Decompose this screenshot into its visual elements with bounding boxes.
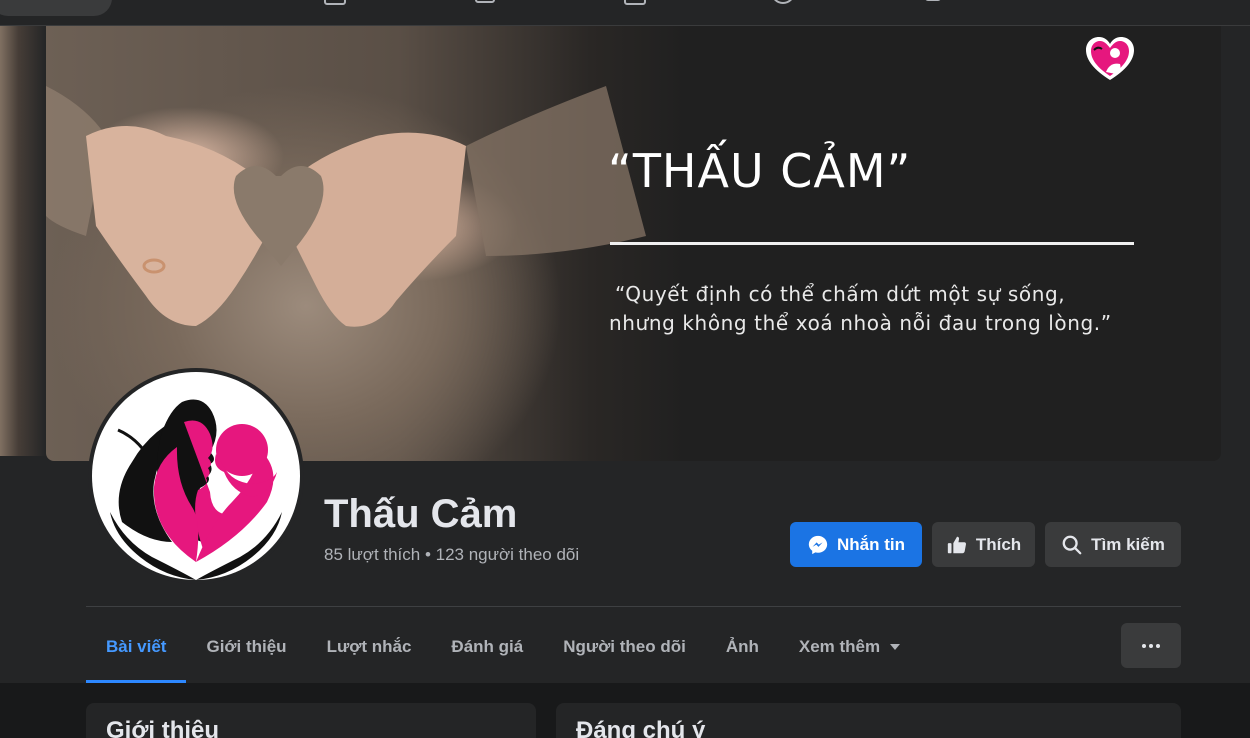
chevron-down-icon	[890, 643, 901, 650]
cover-quote-title: “THẤU CẢM”	[608, 144, 912, 198]
cover-blur-edge	[0, 26, 46, 456]
page-tabs: Bài viết Giới thiệu Lượt nhắc Đánh giá N…	[86, 610, 920, 683]
brand-logo-small	[1086, 37, 1134, 80]
messenger-icon	[808, 535, 828, 554]
tab-label: Lượt nhắc	[326, 636, 412, 656]
tab-reviews[interactable]: Đánh giá	[431, 610, 543, 683]
page-stats[interactable]: 85 lượt thích • 123 người theo dõi	[324, 545, 579, 565]
search-button-label: Tìm kiếm	[1091, 534, 1165, 554]
page-search-button[interactable]: Tìm kiếm	[1045, 522, 1181, 567]
like-button-label: Thích	[975, 534, 1022, 554]
search-icon	[1062, 535, 1082, 554]
featured-card-title: Đáng chú ý	[576, 717, 706, 738]
tab-label: Giới thiệu	[206, 636, 287, 656]
like-button[interactable]: Thích	[932, 522, 1035, 567]
tab-see-more[interactable]: Xem thêm	[779, 610, 920, 683]
tab-posts[interactable]: Bài viết	[86, 610, 187, 683]
message-button-label: Nhắn tin	[837, 534, 905, 554]
tab-label: Xem thêm	[798, 636, 881, 656]
cover-divider-line	[610, 242, 1134, 245]
cover-quote-text: “Quyết định có thể chấm dứt một sự sống,…	[609, 280, 1169, 338]
gaming-icon[interactable]	[920, 0, 946, 6]
cover-quote-line-2: nhưng không thể xoá nhoà nỗi đau trong l…	[609, 311, 1112, 335]
intro-card: Giới thiệu	[86, 703, 536, 738]
tab-label: Ảnh	[725, 636, 759, 656]
featured-card: Đáng chú ý	[556, 703, 1181, 738]
tab-followers[interactable]: Người theo dõi	[543, 610, 706, 683]
marketplace-icon[interactable]	[622, 0, 648, 6]
facebook-search-box[interactable]	[0, 0, 112, 16]
cover-quote-line-1: “Quyết định có thể chấm dứt một sự sống,	[615, 282, 1066, 306]
tab-mentions[interactable]: Lượt nhắc	[307, 610, 432, 683]
tab-photos[interactable]: Ảnh	[706, 610, 779, 683]
home-icon[interactable]	[322, 0, 348, 6]
tab-label: Bài viết	[106, 636, 167, 656]
thumbs-up-icon	[947, 536, 966, 553]
video-icon[interactable]	[472, 0, 498, 6]
groups-icon[interactable]	[770, 0, 796, 6]
tab-label: Đánh giá	[451, 636, 524, 656]
more-options-button[interactable]	[1121, 623, 1181, 668]
header-divider	[86, 606, 1181, 607]
intro-card-title: Giới thiệu	[106, 717, 220, 738]
tab-about[interactable]: Giới thiệu	[186, 610, 306, 683]
tab-label: Người theo dõi	[563, 636, 686, 656]
top-navigation-bar	[0, 0, 1250, 26]
avatar-logo	[92, 372, 300, 580]
more-dots-icon	[1142, 643, 1146, 648]
page-title: Thấu Cảm	[324, 492, 518, 536]
message-button[interactable]: Nhắn tin	[790, 522, 922, 567]
page-avatar[interactable]	[88, 368, 304, 584]
